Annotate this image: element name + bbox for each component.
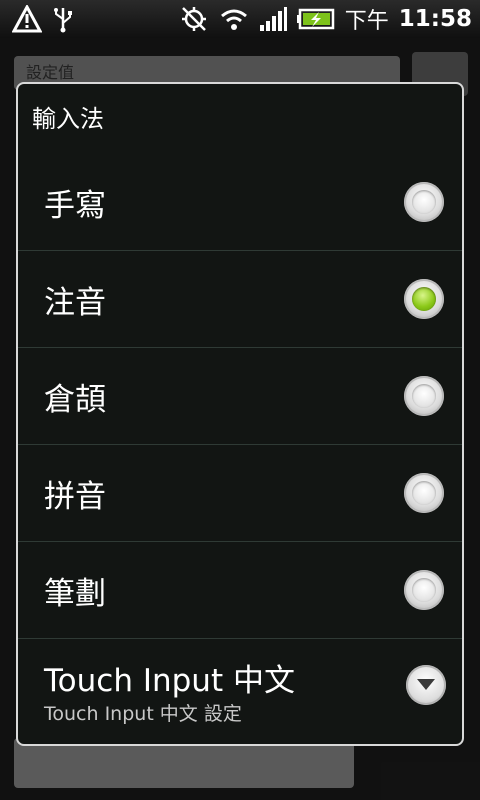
chevron-down-icon[interactable] bbox=[406, 665, 446, 705]
input-method-dialog: 輸入法 手寫 注音 倉頡 拼音 筆劃 Touch Input 中文 Touch … bbox=[16, 82, 464, 746]
touch-input-subtitle: Touch Input 中文 設定 bbox=[44, 703, 242, 725]
signal-icon bbox=[259, 6, 287, 32]
status-bar: 下午 11:58 bbox=[0, 0, 480, 38]
usb-icon bbox=[52, 5, 74, 33]
option-label: 筆劃 bbox=[44, 575, 106, 612]
option-cangjie[interactable]: 倉頡 bbox=[18, 347, 462, 444]
gps-off-icon bbox=[179, 5, 209, 33]
option-pinyin[interactable]: 拼音 bbox=[18, 444, 462, 541]
touch-input-settings-item[interactable]: Touch Input 中文 Touch Input 中文 設定 bbox=[18, 638, 462, 739]
status-ampm: 下午 bbox=[344, 9, 389, 34]
status-time: 11:58 bbox=[398, 6, 472, 32]
radio-button[interactable] bbox=[404, 182, 444, 222]
option-handwriting[interactable]: 手寫 bbox=[18, 154, 462, 250]
option-zhuyin[interactable]: 注音 bbox=[18, 250, 462, 347]
option-label: 注音 bbox=[44, 284, 106, 321]
radio-button-selected[interactable] bbox=[404, 279, 444, 319]
option-label: 倉頡 bbox=[44, 381, 106, 418]
touch-input-title: Touch Input 中文 bbox=[44, 663, 295, 699]
option-stroke[interactable]: 筆劃 bbox=[18, 541, 462, 638]
wifi-icon bbox=[219, 6, 249, 32]
option-label: 手寫 bbox=[44, 187, 106, 224]
option-label: 拼音 bbox=[44, 478, 106, 515]
radio-button[interactable] bbox=[404, 570, 444, 610]
dialog-title: 輸入法 bbox=[32, 105, 104, 133]
radio-button[interactable] bbox=[404, 473, 444, 513]
battery-charging-icon bbox=[296, 8, 335, 30]
radio-button[interactable] bbox=[404, 376, 444, 416]
warning-icon bbox=[12, 5, 42, 33]
